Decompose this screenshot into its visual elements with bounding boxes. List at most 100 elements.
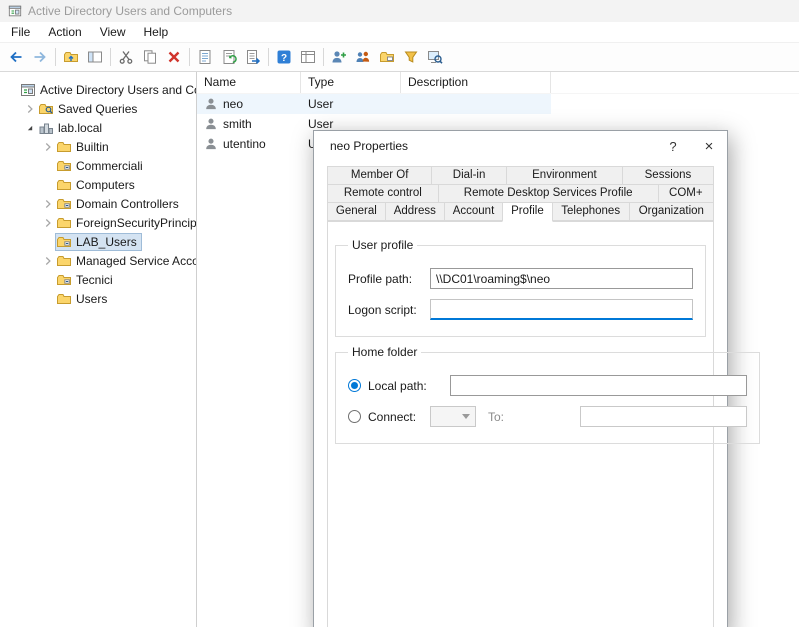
find-button[interactable] xyxy=(423,45,447,69)
tab-dial-in[interactable]: Dial-in xyxy=(431,166,507,185)
connect-path-input[interactable] xyxy=(580,406,747,427)
tree-item-label: LAB_Users xyxy=(76,235,139,249)
tab-address[interactable]: Address xyxy=(385,202,445,221)
back-icon xyxy=(8,49,24,65)
filter-icon xyxy=(403,49,419,65)
new-group-icon xyxy=(355,49,371,65)
new-ou-icon xyxy=(379,49,395,65)
tab-com[interactable]: COM+ xyxy=(658,184,714,203)
properties-icon xyxy=(197,49,213,65)
tree-item-domain-controllers[interactable]: Domain Controllers xyxy=(0,194,196,213)
connect-radio[interactable] xyxy=(348,410,361,423)
logon-script-input[interactable] xyxy=(430,299,693,320)
copy-icon xyxy=(142,49,158,65)
tree-item-lab-local[interactable]: lab.local xyxy=(0,118,196,137)
toolbar-separator xyxy=(189,48,190,66)
tree-item-label: Managed Service Accour xyxy=(76,254,197,268)
list-row-neo[interactable]: neoUser xyxy=(197,94,551,114)
forward-button[interactable] xyxy=(28,45,52,69)
tree-item-content: Builtin xyxy=(55,138,114,156)
tab-row: GeneralAddressAccountProfileTelephonesOr… xyxy=(327,203,714,221)
up-one-level-icon xyxy=(63,49,79,65)
tab-general[interactable]: General xyxy=(327,202,386,221)
column-header-name[interactable]: Name xyxy=(197,72,301,93)
console-tree: Active Directory Users and Com Saved Quer… xyxy=(0,72,197,627)
list-row-name: neo xyxy=(223,97,243,111)
copy-button[interactable] xyxy=(138,45,162,69)
tree-item-users[interactable]: Users xyxy=(0,289,196,308)
tab-remote-desktop-services-profile[interactable]: Remote Desktop Services Profile xyxy=(438,184,659,203)
folder-icon xyxy=(56,291,72,307)
tree-item-commerciali[interactable]: Commerciali xyxy=(0,156,196,175)
refresh-button[interactable] xyxy=(217,45,241,69)
menu-help[interactable]: Help xyxy=(135,23,178,41)
up-one-level-button[interactable] xyxy=(59,45,83,69)
domain-icon xyxy=(38,120,54,136)
app-window: Active Directory Users and Computers Fil… xyxy=(0,0,799,627)
name-cell: utentino xyxy=(197,137,301,151)
new-group-button[interactable] xyxy=(351,45,375,69)
tree-item-tecnici[interactable]: Tecnici xyxy=(0,270,196,289)
view-button[interactable] xyxy=(296,45,320,69)
chevron-collapsed-icon[interactable] xyxy=(40,140,55,154)
tab-remote-control[interactable]: Remote control xyxy=(327,184,439,203)
svg-text:?: ? xyxy=(281,53,287,64)
show-hide-tree-button[interactable] xyxy=(83,45,107,69)
drive-letter-select[interactable] xyxy=(430,406,476,427)
menu-action[interactable]: Action xyxy=(39,23,90,41)
titlebar: Active Directory Users and Computers xyxy=(0,0,799,22)
tree-item-foreignsecurityprincipals[interactable]: ForeignSecurityPrincipals xyxy=(0,213,196,232)
cut-button[interactable] xyxy=(114,45,138,69)
chevron-collapsed-icon[interactable] xyxy=(40,254,55,268)
tree-item-content: ForeignSecurityPrincipals xyxy=(55,214,197,232)
profile-path-row: Profile path: xyxy=(348,268,693,289)
filter-button[interactable] xyxy=(399,45,423,69)
column-header-description[interactable]: Description xyxy=(401,72,551,93)
profile-tab-page: User profile Profile path: Logon script:… xyxy=(327,221,714,627)
tree-item-label: Saved Queries xyxy=(58,102,139,116)
export-list-button[interactable] xyxy=(241,45,265,69)
properties-button[interactable] xyxy=(193,45,217,69)
chevron-expanded-icon[interactable] xyxy=(22,121,37,135)
dialog-help-button[interactable]: ? xyxy=(655,131,691,161)
name-cell: smith xyxy=(197,117,301,131)
user-profile-legend: User profile xyxy=(348,238,417,252)
new-ou-button[interactable] xyxy=(375,45,399,69)
ou-icon xyxy=(56,272,72,288)
tree-item-builtin[interactable]: Builtin xyxy=(0,137,196,156)
cut-icon xyxy=(118,49,134,65)
new-user-button[interactable] xyxy=(327,45,351,69)
tree-item-managed-service-accour[interactable]: Managed Service Accour xyxy=(0,251,196,270)
tab-member-of[interactable]: Member Of xyxy=(327,166,432,185)
help-button[interactable]: ? xyxy=(272,45,296,69)
back-button[interactable] xyxy=(4,45,28,69)
tree-item-content: Domain Controllers xyxy=(55,195,184,213)
menu-file[interactable]: File xyxy=(2,23,39,41)
chevron-collapsed-icon[interactable] xyxy=(40,216,55,230)
dialog-close-button[interactable]: × xyxy=(691,131,727,161)
tree-item-content: Active Directory Users and Com xyxy=(19,81,197,99)
local-path-radio[interactable] xyxy=(348,379,361,392)
delete-button[interactable] xyxy=(162,45,186,69)
column-header-type[interactable]: Type xyxy=(301,72,401,93)
refresh-icon xyxy=(221,49,237,65)
tab-environment[interactable]: Environment xyxy=(506,166,623,185)
tab-organization[interactable]: Organization xyxy=(629,202,714,221)
profile-path-input[interactable] xyxy=(430,268,693,289)
menu-view[interactable]: View xyxy=(91,23,135,41)
tab-row: Remote controlRemote Desktop Services Pr… xyxy=(327,185,714,203)
tree-item-label: Domain Controllers xyxy=(76,197,181,211)
local-path-input[interactable] xyxy=(450,375,747,396)
tree-item-active-directory-users-and-com[interactable]: Active Directory Users and Com xyxy=(0,80,196,99)
chevron-collapsed-icon[interactable] xyxy=(22,102,37,116)
tab-account[interactable]: Account xyxy=(444,202,503,221)
tab-strip: Member OfDial-inEnvironmentSessionsRemot… xyxy=(314,161,727,221)
tab-sessions[interactable]: Sessions xyxy=(622,166,714,185)
tree-item-computers[interactable]: Computers xyxy=(0,175,196,194)
tab-profile[interactable]: Profile xyxy=(502,202,552,222)
tab-telephones[interactable]: Telephones xyxy=(552,202,630,221)
ou-icon xyxy=(56,234,72,250)
tree-item-lab-users[interactable]: LAB_Users xyxy=(0,232,196,251)
tree-item-saved-queries[interactable]: Saved Queries xyxy=(0,99,196,118)
chevron-collapsed-icon[interactable] xyxy=(40,197,55,211)
